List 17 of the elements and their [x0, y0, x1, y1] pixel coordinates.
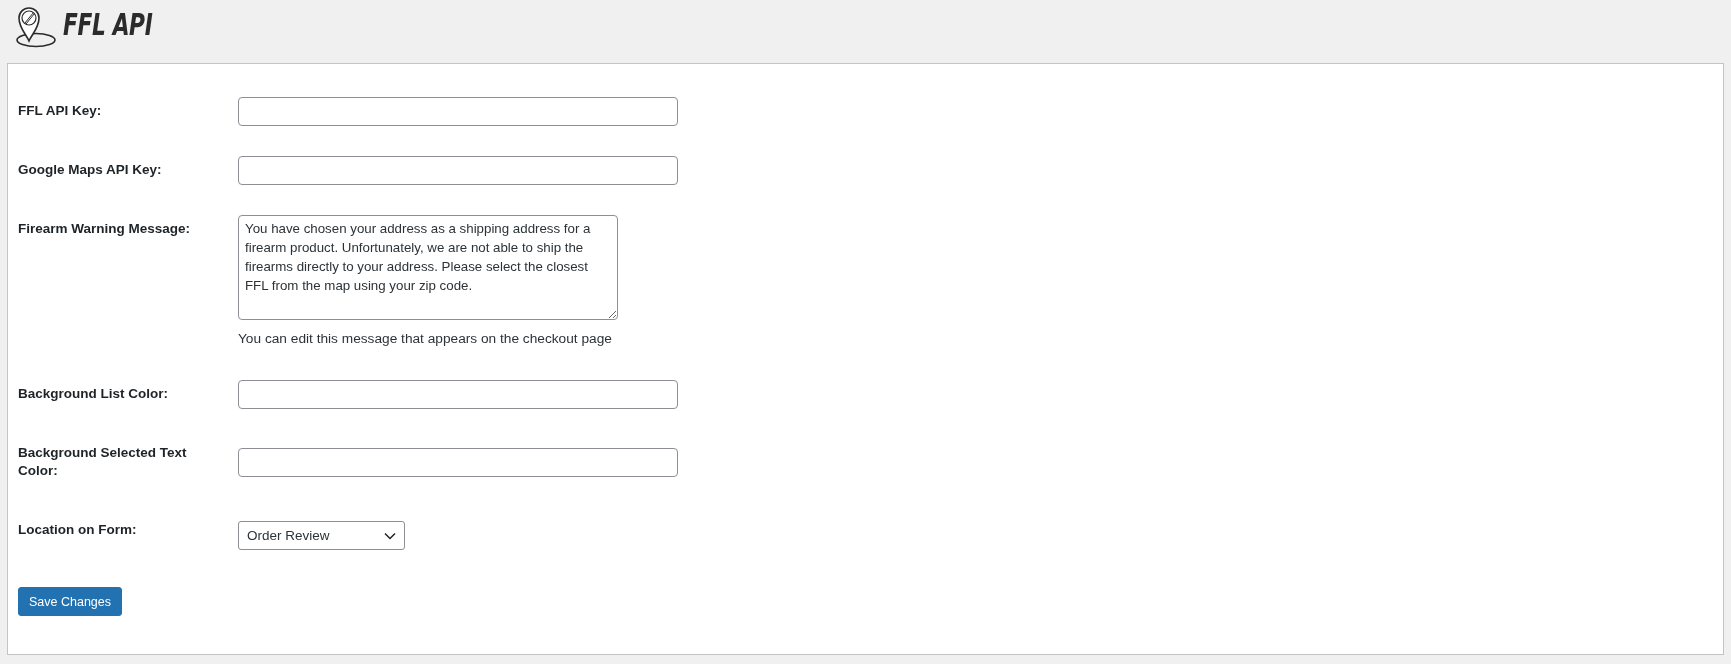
- text-input-field[interactable]: [238, 379, 678, 409]
- field-description: You can edit this message that appears on the checkout page: [238, 330, 612, 348]
- field-label: Background Selected Text Color:: [18, 443, 188, 481]
- text-input-field[interactable]: [238, 447, 678, 477]
- text-input-field[interactable]: [238, 97, 678, 126]
- save-button[interactable]: Save Changes: [18, 587, 122, 617]
- field-label: Background List Color:: [18, 384, 169, 403]
- field-label: Google Maps API Key:: [18, 161, 163, 179]
- field-label: Firearm Warning Message:: [18, 220, 192, 238]
- text-input-field[interactable]: [238, 156, 678, 185]
- location-select[interactable]: Order Review: [238, 521, 405, 551]
- logo-text: FFL API: [63, 8, 153, 40]
- chevron-down-icon: [384, 531, 396, 540]
- field-label: Location on Form:: [18, 521, 138, 540]
- message-textarea[interactable]: You have chosen your address as a shipping address for a firearm product. Unfortunately, we are not able to ship the firearms directly to your address. Please select the closest FFL from the map using your zip code.: [238, 215, 618, 320]
- map-pin-logo-icon: [15, 4, 57, 48]
- field-label: FFL API Key:: [18, 102, 103, 120]
